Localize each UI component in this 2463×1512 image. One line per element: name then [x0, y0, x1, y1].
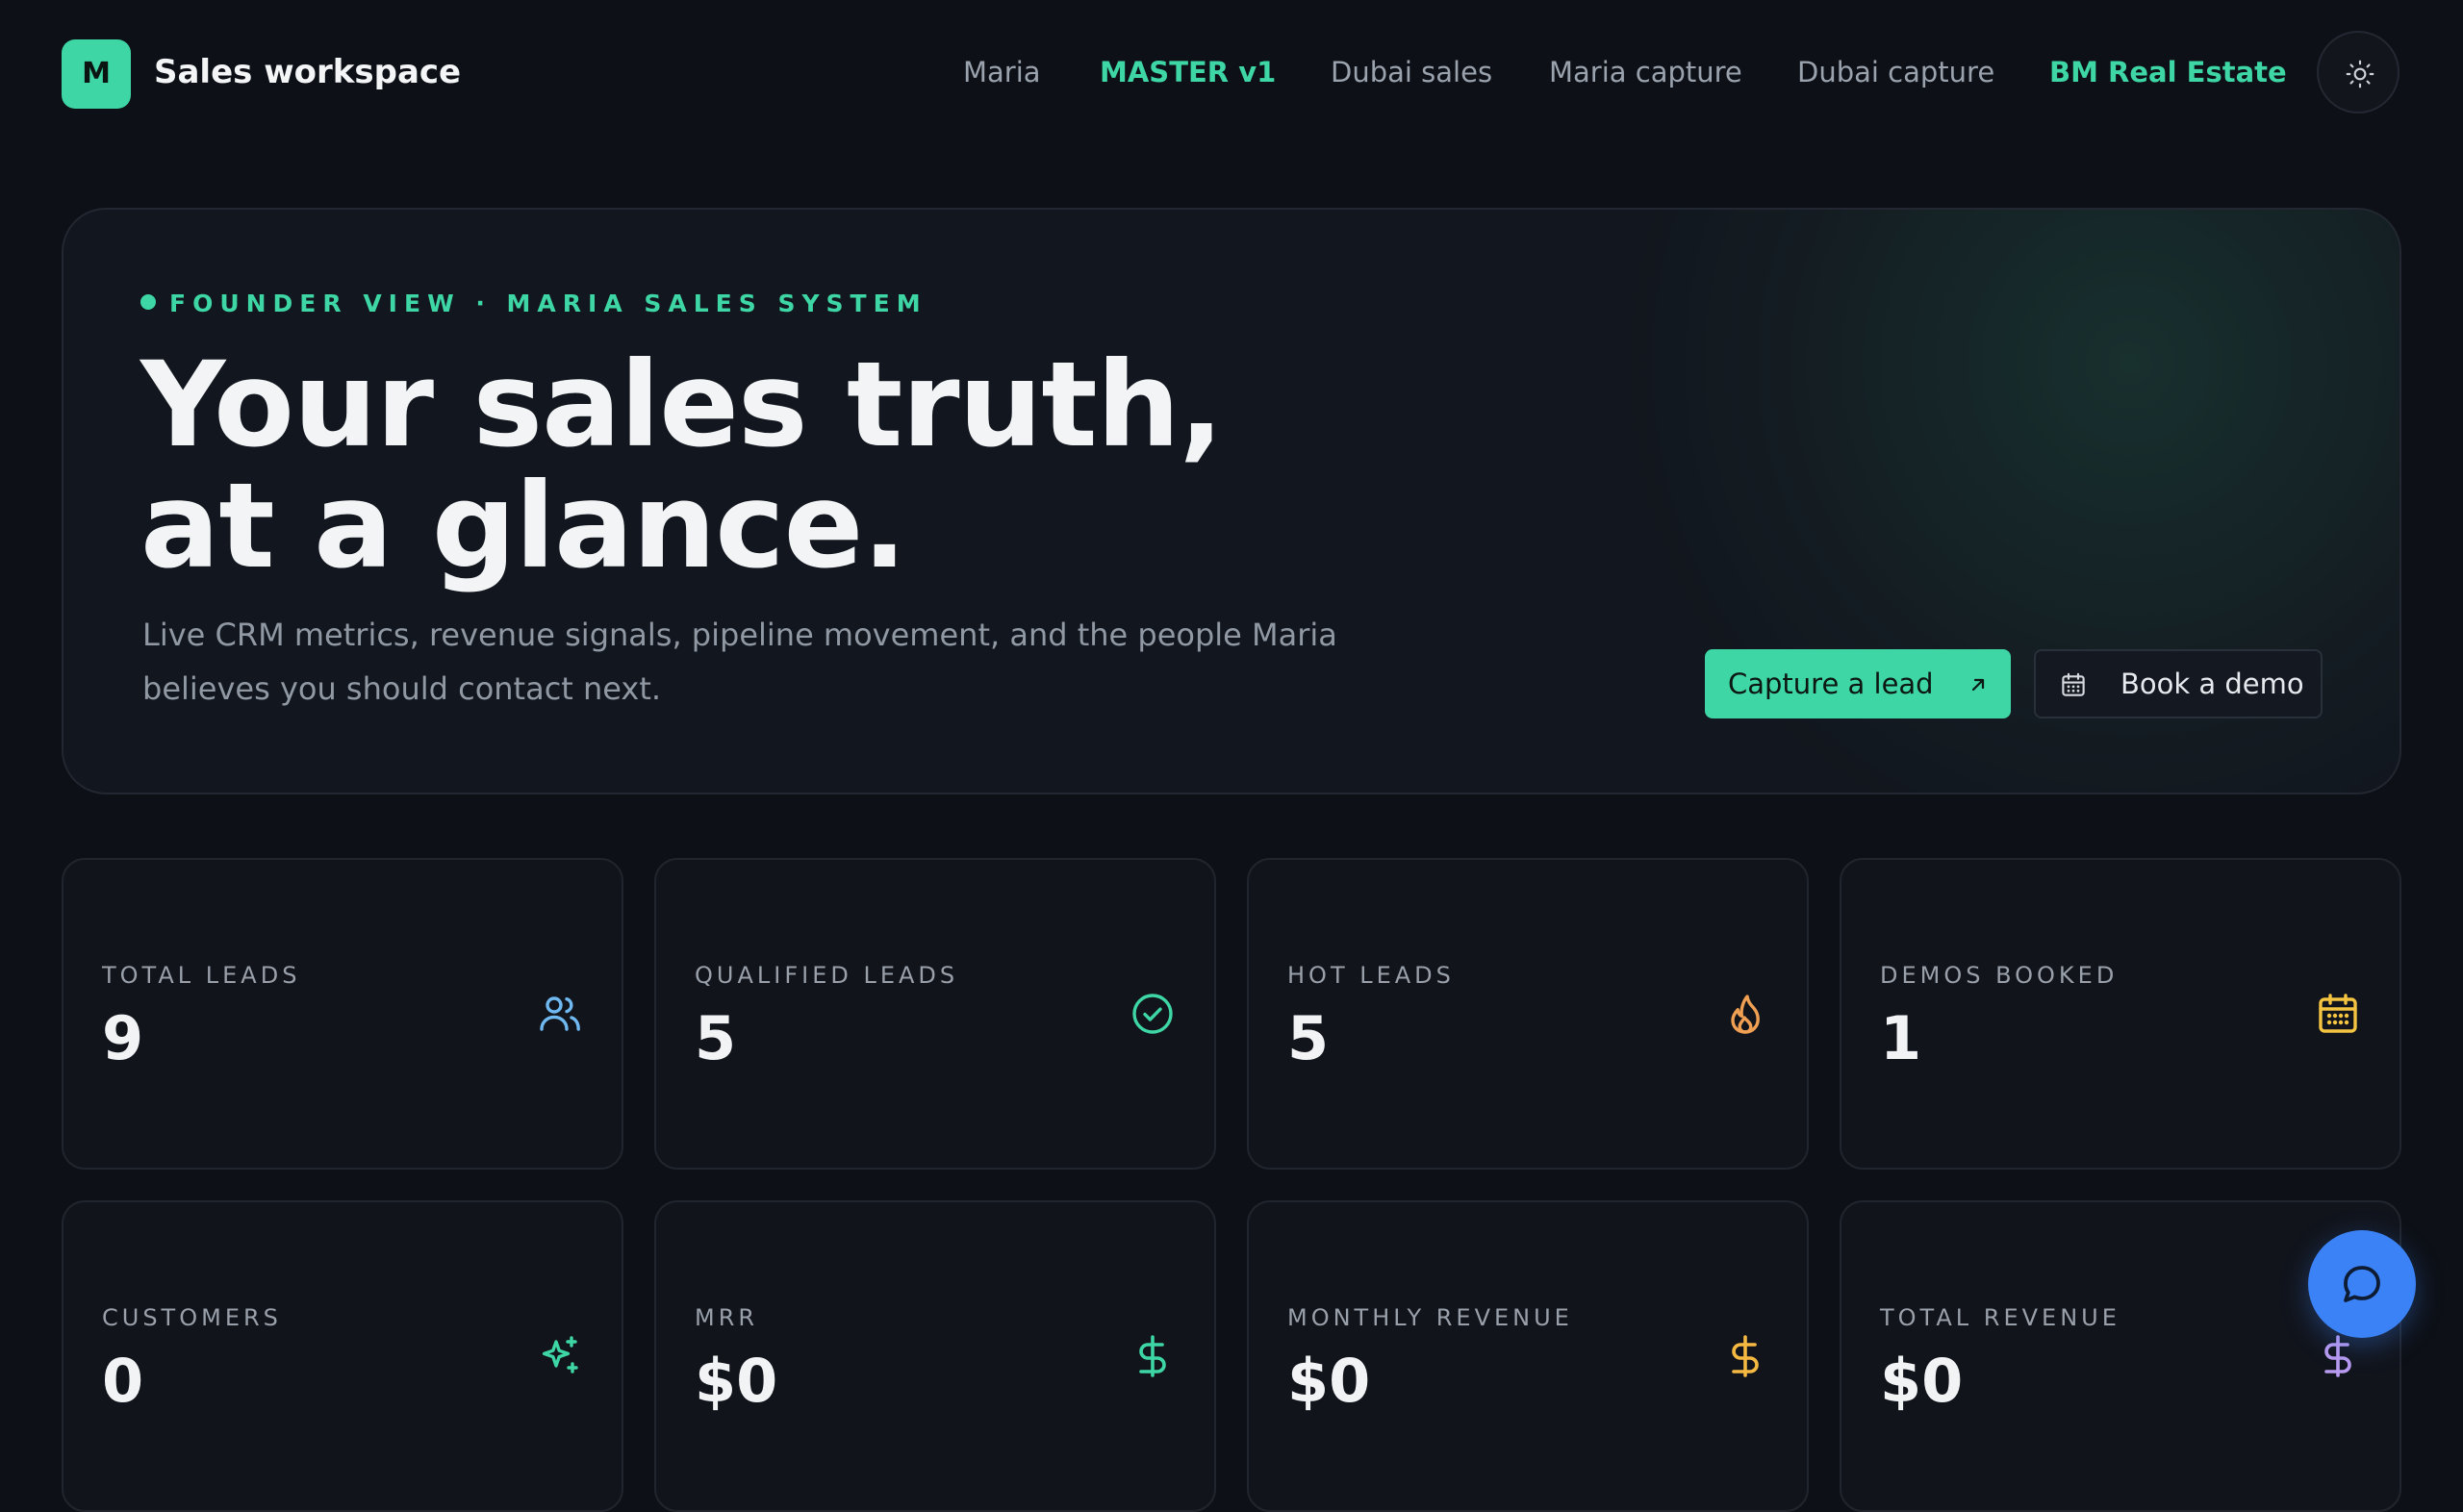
stat-card-customers[interactable]: CUSTOMERS 0	[62, 1200, 623, 1512]
stat-card-qualified-leads[interactable]: QUALIFIED LEADS 5	[654, 858, 1216, 1170]
theme-toggle-button[interactable]	[2317, 31, 2400, 113]
capture-lead-label: Capture a lead	[1728, 668, 1934, 700]
hero-title: Your sales truth, at a glance.	[140, 344, 1224, 587]
stat-card-total-revenue[interactable]: TOTAL REVENUE $0	[1840, 1200, 2401, 1512]
nav-link-master-v1[interactable]: MASTER v1	[1100, 50, 1276, 94]
hero-eyebrow: FOUNDER VIEW · MARIA SALES SYSTEM	[140, 287, 927, 321]
arrow-up-right-icon	[1971, 678, 1985, 692]
stat-value: 5	[695, 1003, 737, 1073]
sun-icon	[2346, 60, 2374, 88]
stat-value: 1	[1880, 1003, 1922, 1073]
stat-card-monthly-revenue[interactable]: MONTHLY REVENUE $0	[1247, 1200, 1809, 1512]
book-demo-button[interactable]: Book a demo	[2034, 649, 2323, 718]
nav-link-dubai-sales[interactable]: Dubai sales	[1331, 50, 1492, 94]
stat-card-mrr[interactable]: MRR $0	[654, 1200, 1216, 1512]
workspace-name[interactable]: Sales workspace	[154, 50, 461, 94]
nav-link-maria-capture[interactable]: Maria capture	[1549, 50, 1742, 94]
stat-label: TOTAL LEADS	[102, 962, 301, 989]
hero-title-line-2: at a glance.	[140, 458, 907, 594]
status-dot	[140, 294, 156, 310]
stat-label: HOT LEADS	[1287, 962, 1455, 989]
hero-panel: FOUNDER VIEW · MARIA SALES SYSTEM Your s…	[62, 208, 2401, 794]
calendar-icon	[2062, 672, 2085, 696]
nav-link-maria[interactable]: Maria	[963, 50, 1041, 94]
dollar-icon	[1732, 1335, 1759, 1377]
stat-label: MRR	[695, 1304, 759, 1331]
stat-label: TOTAL REVENUE	[1880, 1304, 2120, 1331]
book-demo-label: Book a demo	[2120, 668, 2304, 700]
dollar-icon	[2324, 1335, 2351, 1377]
stat-label: QUALIFIED LEADS	[695, 962, 959, 989]
stat-value: 0	[102, 1346, 144, 1416]
hero-subtitle: Live CRM metrics, revenue signals, pipel…	[142, 617, 1337, 707]
workspace-logo[interactable]: M	[62, 39, 131, 109]
stat-value: 5	[1287, 1003, 1330, 1073]
nav-link-dubai-capture[interactable]: Dubai capture	[1797, 50, 1994, 94]
calendar-icon	[2319, 994, 2357, 1033]
hero-eyebrow-text: FOUNDER VIEW · MARIA SALES SYSTEM	[169, 290, 927, 317]
stat-card-demos-booked[interactable]: DEMOS BOOKED 1	[1840, 858, 2401, 1170]
stat-label: MONTHLY REVENUE	[1287, 1304, 1573, 1331]
stat-card-hot-leads[interactable]: HOT LEADS 5	[1247, 858, 1809, 1170]
stat-value: 9	[102, 1003, 144, 1073]
chat-bubble-icon	[2344, 1266, 2380, 1302]
stat-value: $0	[1880, 1346, 1964, 1416]
stat-label: CUSTOMERS	[102, 1304, 282, 1331]
capture-lead-button[interactable]: Capture a lead	[1705, 649, 2011, 718]
stat-value: $0	[695, 1346, 778, 1416]
dollar-icon	[1139, 1335, 1166, 1377]
hero-title-line-1: Your sales truth,	[140, 337, 1224, 473]
flame-icon	[1731, 995, 1760, 1034]
stat-card-total-leads[interactable]: TOTAL LEADS 9	[62, 858, 623, 1170]
sparkles-icon	[542, 1336, 578, 1373]
stat-value: $0	[1287, 1346, 1371, 1416]
users-icon	[540, 996, 580, 1031]
chat-button[interactable]	[2308, 1230, 2416, 1338]
check-circle-icon	[1132, 994, 1173, 1034]
top-bar: M Sales workspace Maria MASTER v1 Dubai …	[0, 0, 2463, 144]
stat-label: DEMOS BOOKED	[1880, 962, 2119, 989]
nav-link-bm-real-estate[interactable]: BM Real Estate	[2049, 50, 2287, 94]
